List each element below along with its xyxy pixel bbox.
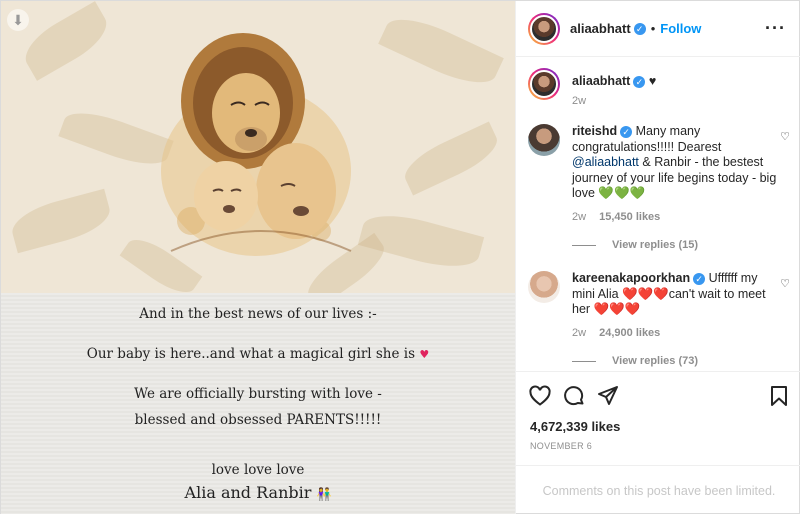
replies-divider <box>572 244 596 246</box>
heart-emoji: ♥ <box>419 348 430 361</box>
comments-limited-notice: Comments on this post have been limited. <box>516 465 800 514</box>
caption-line-3: We are officially bursting with love - <box>134 386 382 402</box>
post-sidebar: aliaabhatt ✓ • Follow ··· aliaabhatt ✓ ♥ … <box>515 1 800 514</box>
comment-icon[interactable] <box>562 384 586 408</box>
comments-list[interactable]: aliaabhatt ✓ ♥ 2w riteishd ✓ Many many con… <box>516 58 800 371</box>
caption-signature: Alia and Ranbir 👫 <box>184 483 332 502</box>
heart-icon[interactable]: ♡ <box>780 277 790 290</box>
author-comment: aliaabhatt ✓ ♥ 2w <box>528 68 790 109</box>
view-replies-button[interactable]: View replies (15) <box>572 239 698 251</box>
comment-username[interactable]: kareenakapoorkhan <box>572 271 690 285</box>
avatar[interactable] <box>528 12 560 45</box>
view-replies-button[interactable]: View replies (73) <box>572 355 698 367</box>
caption-line-5: love love love <box>211 462 305 478</box>
likes-count[interactable]: 4,672,339 likes <box>530 419 620 434</box>
download-icon[interactable]: ⬇ <box>7 9 29 31</box>
verified-icon: ✓ <box>693 272 706 285</box>
red-hearts-emoji: ❤️❤️❤️ <box>593 302 641 316</box>
comment-time: 2w <box>572 94 587 107</box>
follow-button[interactable]: Follow <box>660 21 701 36</box>
comment-username[interactable]: aliaabhatt <box>572 74 630 88</box>
caption-line-2: Our baby is here..and what a magical gir… <box>86 346 430 362</box>
share-icon[interactable] <box>596 384 620 408</box>
comment-likes[interactable]: 24,900 likes <box>599 327 660 339</box>
post-header: aliaabhatt ✓ • Follow ··· <box>516 1 800 57</box>
comment-item: riteishd ✓ Many many congratulations!!!!!… <box>528 124 790 225</box>
green-hearts-emoji: 💚💚💚 <box>598 186 646 200</box>
comment-text: ♥ <box>648 74 657 88</box>
verified-icon: ✓ <box>620 125 633 138</box>
caption-panel <box>1 293 515 514</box>
caption-line-4: blessed and obsessed PARENTS!!!!! <box>134 412 382 428</box>
heart-icon[interactable]: ♡ <box>780 130 790 143</box>
bookmark-icon[interactable] <box>768 384 790 408</box>
lion-family-illustration <box>161 33 352 256</box>
post-modal: ⬇ And in the best news of our lives :- O… <box>0 0 800 514</box>
separator: • <box>650 21 656 36</box>
header-username[interactable]: aliaabhatt <box>570 21 631 36</box>
post-date: NOVEMBER 6 <box>530 441 593 451</box>
comment-time: 2w <box>572 210 587 223</box>
red-hearts-emoji: ❤️❤️❤️ <box>622 286 669 301</box>
avatar[interactable] <box>528 271 560 303</box>
avatar[interactable] <box>528 124 560 156</box>
comment-time: 2w <box>572 326 587 339</box>
replies-divider <box>572 360 596 362</box>
view-replies-label: View replies (73) <box>612 355 699 367</box>
action-bar <box>516 371 800 415</box>
verified-icon: ✓ <box>633 75 646 88</box>
mention-link[interactable]: @aliaabhatt <box>572 155 639 169</box>
avatar[interactable] <box>528 68 560 100</box>
more-icon[interactable]: ··· <box>765 18 786 39</box>
comment-item: kareenakapoorkhan ✓ Uffffff my mini Alia … <box>528 271 790 341</box>
artwork-background <box>1 1 515 293</box>
heart-icon[interactable] <box>528 384 552 408</box>
view-replies-label: View replies (15) <box>612 239 699 251</box>
verified-icon: ✓ <box>633 22 646 35</box>
caption-line-1: And in the best news of our lives :- <box>139 306 377 322</box>
post-image[interactable]: ⬇ And in the best news of our lives :- O… <box>1 1 515 514</box>
comment-username[interactable]: riteishd <box>572 124 617 138</box>
couple-emoji: 👫 <box>316 487 332 501</box>
comment-likes[interactable]: 15,450 likes <box>599 211 660 223</box>
